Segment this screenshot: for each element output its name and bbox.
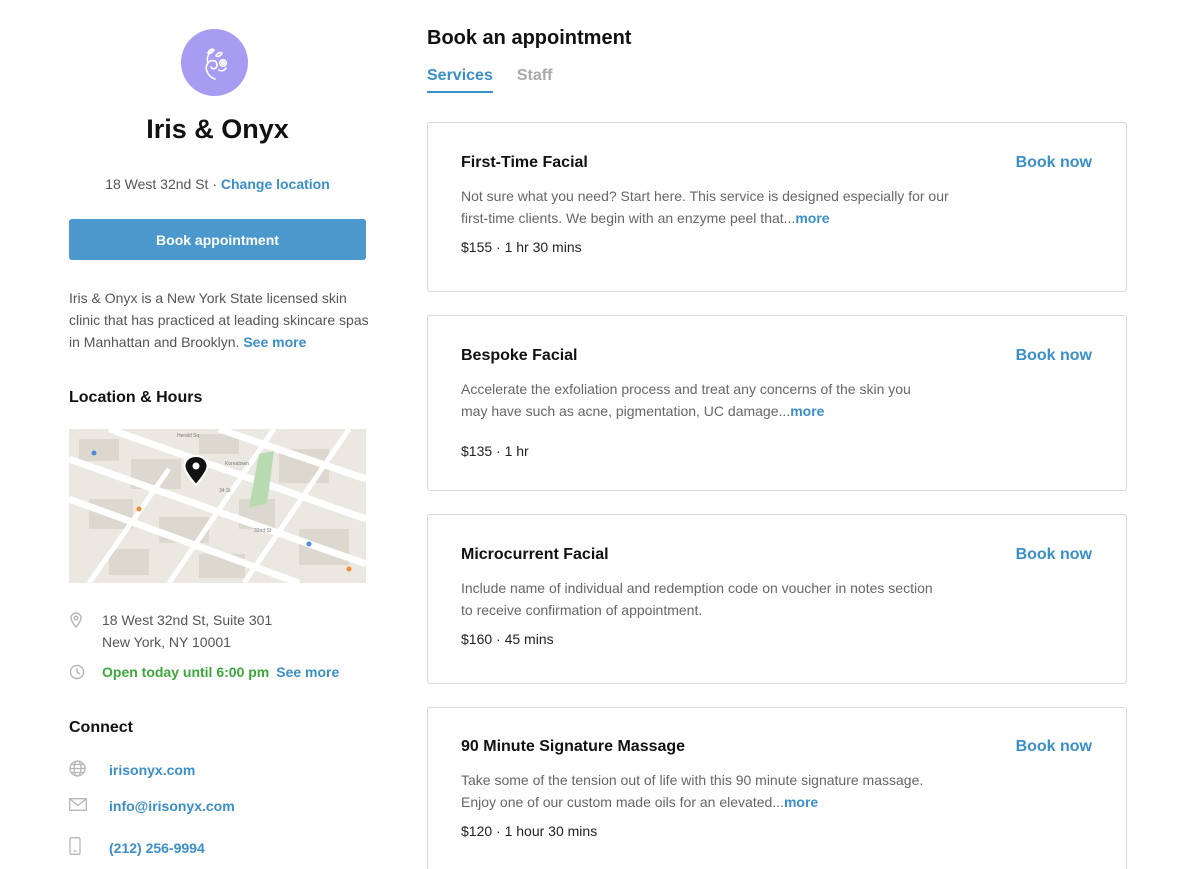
service-price-duration: $120 · 1 hour 30 mins	[461, 823, 598, 839]
book-appointment-button[interactable]: Book appointment	[69, 219, 366, 260]
page-title: Book an appointment	[427, 27, 632, 49]
location-line: 18 West 32nd St · Change location	[69, 176, 366, 192]
service-name: First-Time Facial	[461, 154, 588, 171]
service-description: Not sure what you need? Start here. This…	[461, 185, 951, 229]
service-price-duration: $160 · 45 mins	[461, 631, 554, 647]
about-see-more-link[interactable]: See more	[243, 334, 306, 350]
business-name: Iris & Onyx	[146, 114, 289, 144]
address-row: 18 West 32nd St, Suite 301 New York, NY …	[69, 609, 272, 653]
phone-row: (212) 256-9994	[69, 837, 205, 858]
service-card: Microcurrent Facial Book now Include nam…	[427, 514, 1127, 684]
about-description: Iris & Onyx is a New York State licensed…	[69, 290, 369, 350]
book-now-button[interactable]: Book now	[1016, 347, 1092, 365]
change-location-link[interactable]: Change location	[221, 176, 330, 192]
more-link[interactable]: more	[790, 403, 824, 419]
clock-icon	[69, 661, 102, 686]
website-link[interactable]: irisonyx.com	[109, 762, 195, 778]
website-row: irisonyx.com	[69, 760, 195, 780]
location-hours-heading: Location & Hours	[69, 389, 203, 406]
address-short: 18 West 32nd St	[105, 176, 209, 192]
service-price-duration: $135 · 1 hr	[461, 443, 529, 459]
more-link[interactable]: more	[795, 210, 829, 226]
service-name: 90 Minute Signature Massage	[461, 738, 686, 755]
address-line-1: 18 West 32nd St, Suite 301	[102, 612, 273, 628]
globe-icon	[69, 760, 109, 780]
about-text: Iris & Onyx is a New York State licensed…	[69, 287, 369, 353]
service-description-text: Accelerate the exfoliation process and t…	[461, 381, 911, 419]
tab-services[interactable]: Services	[427, 67, 493, 93]
map-label: Herald Sq	[177, 433, 199, 439]
map-label: Koreatown	[225, 461, 249, 467]
connect-heading: Connect	[69, 719, 133, 736]
service-description-text: Take some of the tension out of life wit…	[461, 772, 924, 810]
tab-staff[interactable]: Staff	[517, 67, 553, 93]
tab-bar: Services Staff	[427, 67, 552, 93]
email-row: info@irisonyx.com	[69, 798, 235, 814]
phone-link[interactable]: (212) 256-9994	[109, 840, 205, 856]
book-now-button[interactable]: Book now	[1016, 738, 1092, 756]
service-description: Accelerate the exfoliation process and t…	[461, 378, 939, 422]
mobile-phone-icon	[69, 837, 109, 858]
sidebar: Iris & Onyx 18 West 32nd St · Change loc…	[69, 0, 369, 869]
service-name: Microcurrent Facial	[461, 546, 609, 563]
map-label: 32nd St	[254, 528, 272, 534]
book-now-button[interactable]: Book now	[1016, 546, 1092, 564]
service-description-text: Not sure what you need? Start here. This…	[461, 188, 949, 226]
email-link[interactable]: info@irisonyx.com	[109, 798, 235, 814]
open-hours: Open today until 6:00 pm	[102, 664, 270, 680]
location-pin-icon	[69, 609, 102, 634]
business-logo	[181, 29, 248, 96]
separator: ·	[212, 176, 217, 192]
envelope-icon	[69, 798, 109, 814]
leaf-swirl-logo-icon	[204, 47, 227, 80]
service-description: Take some of the tension out of life wit…	[461, 769, 931, 813]
service-name: Bespoke Facial	[461, 347, 578, 364]
book-now-button[interactable]: Book now	[1016, 154, 1092, 172]
service-description: Include name of individual and redemptio…	[461, 580, 933, 618]
service-price-duration: $155 · 1 hr 30 mins	[461, 239, 582, 255]
service-card: First-Time Facial Book now Not sure what…	[427, 122, 1127, 292]
hours-row: Open today until 6:00 pm See more	[69, 661, 339, 686]
map-label: 34 St	[219, 488, 231, 494]
service-card: 90 Minute Signature Massage Book now Tak…	[427, 707, 1127, 869]
main-content: Book an appointment Services Staff First…	[427, 0, 1127, 869]
service-card: Bespoke Facial Book now Accelerate the e…	[427, 315, 1127, 491]
more-link[interactable]: more	[784, 794, 818, 810]
location-map[interactable]: Herald Sq Koreatown 34 St 32nd St	[69, 429, 366, 583]
hours-see-more-link[interactable]: See more	[276, 661, 339, 683]
address-line-2: New York, NY 10001	[102, 634, 231, 650]
